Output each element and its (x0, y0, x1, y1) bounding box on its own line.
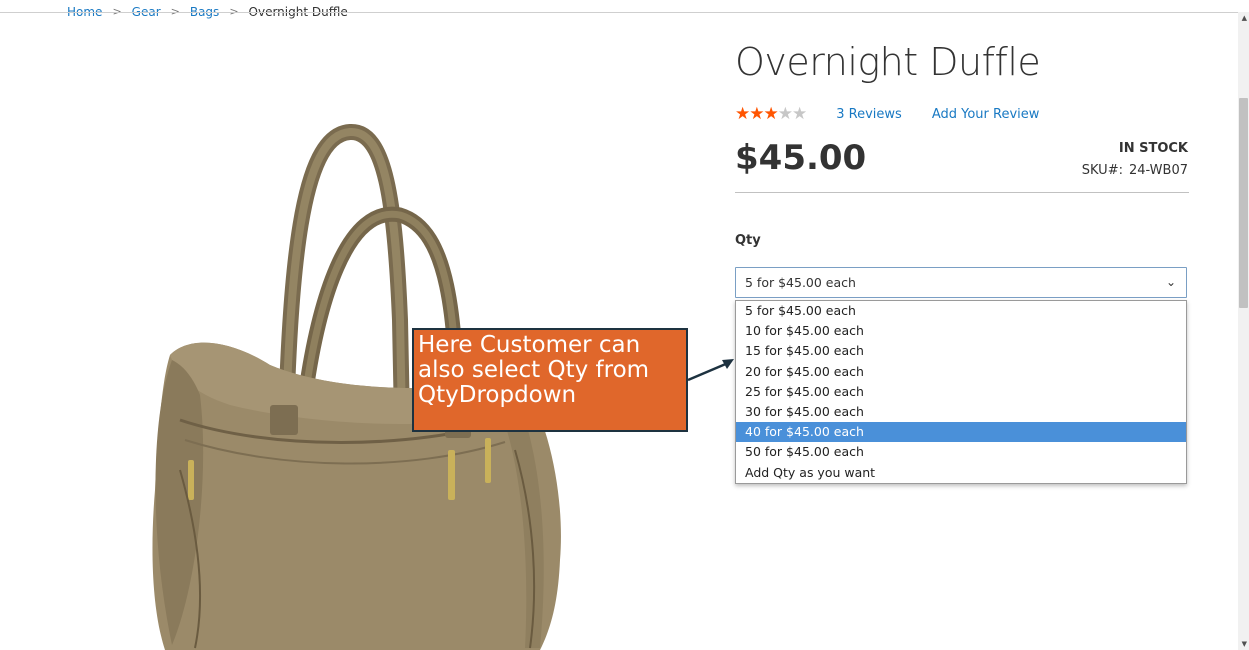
scrollbar-thumb[interactable] (1239, 98, 1248, 308)
qty-option[interactable]: 25 for $45.00 each (736, 382, 1186, 402)
scroll-up-arrow-icon[interactable]: ▲ (1242, 14, 1247, 22)
stock-status: IN STOCK (1118, 141, 1188, 156)
page-title: Overnight Duffle (735, 40, 1041, 84)
qty-option[interactable]: 50 for $45.00 each (736, 442, 1186, 462)
qty-label: Qty (735, 233, 761, 248)
sku-value: 24-WB07 (1128, 163, 1188, 178)
product-page: Home > Gear > Bags > Overnight Duffle ▲ … (0, 0, 1249, 650)
rating-stars: ★ ★ ★ ★ ★ (735, 104, 807, 124)
qty-option-custom[interactable]: Add Qty as you want (736, 463, 1186, 483)
qty-option[interactable]: 30 for $45.00 each (736, 402, 1186, 422)
header-divider (0, 12, 1238, 13)
qty-option[interactable]: 20 for $45.00 each (736, 362, 1186, 382)
qty-option-highlighted[interactable]: 40 for $45.00 each (736, 422, 1186, 443)
annotation-callout: Here Customer can also select Qty from Q… (412, 328, 688, 432)
qty-dropdown[interactable]: 5 for $45.00 each ⌄ (735, 267, 1187, 298)
qty-selected-value: 5 for $45.00 each (745, 275, 856, 290)
qty-options-list[interactable]: 5 for $45.00 each 10 for $45.00 each 15 … (735, 300, 1187, 484)
callout-line: Here Customer can (418, 332, 641, 358)
scroll-down-arrow-icon[interactable]: ▼ (1242, 640, 1247, 648)
star-empty-icon: ★ (777, 104, 793, 124)
star-empty-icon: ★ (792, 104, 807, 124)
callout-arrow-icon (687, 359, 734, 382)
sku-label: SKU#: (1081, 163, 1123, 178)
info-divider (735, 192, 1189, 193)
callout-line: also select Qty from (418, 357, 650, 383)
rating-summary: ★ ★ ★ ★ ★ 3 Reviews Add Your Review (735, 104, 1039, 124)
callout-line: QtyDropdown (418, 382, 577, 408)
sku: SKU#: 24-WB07 (1082, 163, 1188, 178)
star-filled-icon: ★ (749, 104, 764, 124)
product-price: $45.00 (735, 138, 867, 178)
qty-option[interactable]: 10 for $45.00 each (736, 321, 1186, 341)
chevron-down-icon[interactable]: ⌄ (1166, 275, 1176, 289)
qty-option[interactable]: 5 for $45.00 each (736, 301, 1186, 321)
add-review-link[interactable]: Add Your Review (932, 107, 1040, 122)
star-filled-icon: ★ (735, 104, 750, 124)
reviews-link[interactable]: 3 Reviews (836, 107, 902, 122)
qty-option[interactable]: 15 for $45.00 each (736, 341, 1186, 361)
star-filled-icon: ★ (763, 104, 779, 124)
